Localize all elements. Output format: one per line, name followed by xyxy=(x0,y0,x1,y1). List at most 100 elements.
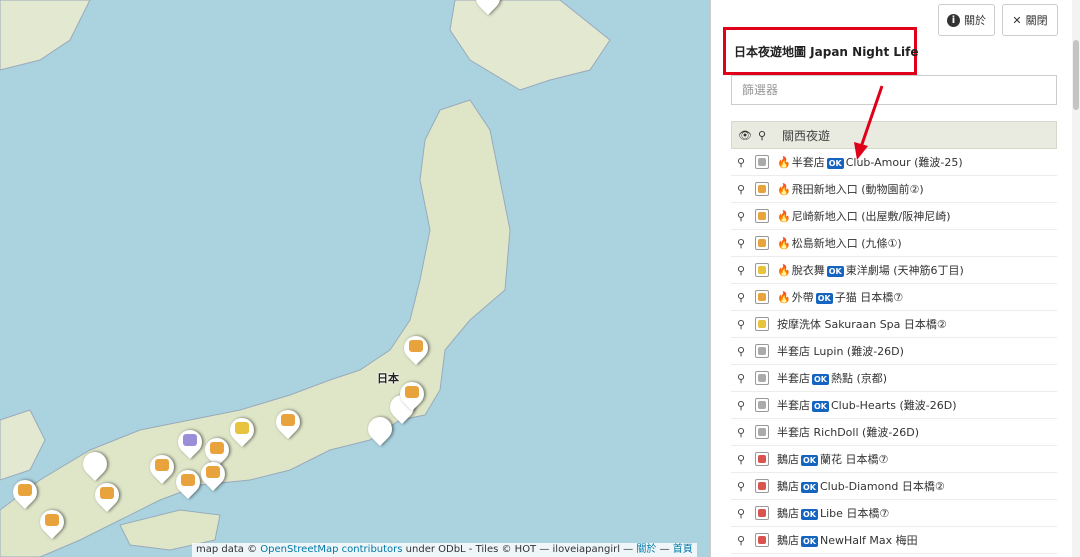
side-panel: i 關於 ✕ 關閉 日本夜遊地圖 Japan Night Life 👁 ⚲ 關西… xyxy=(710,0,1080,557)
row-label: 🔥外帶 OK 子猫 日本橋⑦ xyxy=(777,289,903,305)
row-label: 🔥飛田新地入口 (動物園前②) xyxy=(777,181,924,197)
filter-input[interactable] xyxy=(731,75,1057,105)
list-item[interactable]: ⚲ 🔥脫衣舞 OK 東洋劇場 (天神筋6丁目) xyxy=(731,257,1057,284)
category-swatch xyxy=(758,401,766,409)
zoom-icon[interactable]: ⚲ xyxy=(737,453,751,466)
zoom-icon[interactable]: ⚲ xyxy=(737,210,751,223)
map-attribution: map data © OpenStreetMap contributors un… xyxy=(192,543,697,557)
ok-badge: OK xyxy=(801,482,818,493)
zoom-icon[interactable]: ⚲ xyxy=(737,318,751,331)
land-honshu xyxy=(0,99,511,557)
map-marker[interactable] xyxy=(363,412,397,449)
category-icon xyxy=(755,506,769,520)
map-marker[interactable] xyxy=(78,447,112,484)
list-item[interactable]: ⚲ 🔥尼崎新地入口 (出屋敷/阪神尼崎) xyxy=(731,203,1057,230)
list-item[interactable]: ⚲ 🔥半套店 OK Club-Amour (難波-25) xyxy=(731,149,1057,176)
zoom-icon[interactable]: ⚲ xyxy=(737,345,751,358)
category-swatch xyxy=(758,482,766,490)
title-highlight-box: 日本夜遊地圖 Japan Night Life xyxy=(723,27,919,75)
list-item[interactable]: ⚲ 🔥飛田新地入口 (動物園前②) xyxy=(731,176,1057,203)
row-text-pre: 飛田新地入口 (動物園前②) xyxy=(791,183,924,196)
map-marker[interactable] xyxy=(196,457,230,494)
zoom-icon[interactable]: ⚲ xyxy=(737,372,751,385)
list-item[interactable]: ⚲ 鵝店 OK Club-Diamond 日本橋② xyxy=(731,473,1057,500)
zoom-icon[interactable]: ⚲ xyxy=(737,183,751,196)
fire-icon: 🔥 xyxy=(777,291,791,304)
row-label: 鵝店 OK NewHalf Max 梅田 xyxy=(777,532,918,548)
map-marker[interactable] xyxy=(471,0,505,18)
map-marker[interactable] xyxy=(173,425,207,462)
zoom-icon[interactable]: ⚲ xyxy=(737,399,751,412)
zoom-icon[interactable]: ⚲ xyxy=(737,156,751,169)
row-label: 半套店 OK Club-Hearts (難波-26D) xyxy=(777,397,957,413)
category-swatch xyxy=(758,428,766,436)
row-text-post: 子猫 日本橋⑦ xyxy=(834,291,904,304)
list-item[interactable]: ⚲ 半套店 OK Club-Hearts (難波-26D) xyxy=(731,392,1057,419)
feature-list: ⚲ 🔥半套店 OK Club-Amour (難波-25) ⚲ 🔥飛田新地入口 (動物園前②… xyxy=(731,149,1057,554)
list-item[interactable]: ⚲ 半套店 OK 熱點 (京都) xyxy=(731,365,1057,392)
layer-title: 關西夜遊 xyxy=(782,128,831,143)
zoom-icon[interactable]: ⚲ xyxy=(737,237,751,250)
list-item[interactable]: ⚲ 🔥松島新地入口 (九條①) xyxy=(731,230,1057,257)
zoom-icon[interactable]: ⚲ xyxy=(737,291,751,304)
row-text-pre: 鵝店 xyxy=(777,453,799,466)
attribution-mid: under ODbL - Tiles © HOT — iloveiapangir… xyxy=(405,544,634,555)
row-text-post: 蘭花 日本橋⑦ xyxy=(820,453,889,466)
row-text-pre: 半套店 xyxy=(777,372,810,385)
map-marker[interactable] xyxy=(225,413,259,450)
layer-header[interactable]: 👁 ⚲ 關西夜遊 xyxy=(731,121,1057,149)
row-label: 半套店 RichDoll (難波-26D) xyxy=(777,424,919,440)
category-swatch xyxy=(758,347,766,355)
category-swatch xyxy=(758,374,766,382)
zoom-icon[interactable]: ⚲ xyxy=(737,507,751,520)
map-view[interactable]: 日本 map data © OpenStreetMap contributors… xyxy=(0,0,710,557)
fire-icon: 🔥 xyxy=(777,156,791,169)
home-link[interactable]: 首頁 xyxy=(673,544,693,555)
category-icon xyxy=(755,182,769,196)
map-marker[interactable] xyxy=(145,450,179,487)
list-item[interactable]: ⚲ 半套店 RichDoll (難波-26D) xyxy=(731,419,1057,446)
zoom-icon[interactable]: ⚲ xyxy=(737,534,751,547)
attribution-prefix: map data © xyxy=(196,544,258,555)
category-icon xyxy=(755,263,769,277)
eye-icon[interactable]: 👁 xyxy=(738,129,752,142)
row-label: 半套店 OK 熱點 (京都) xyxy=(777,370,887,386)
category-icon xyxy=(755,479,769,493)
zoom-icon[interactable]: ⚲ xyxy=(758,129,766,142)
close-button[interactable]: ✕ 關閉 xyxy=(1002,4,1058,36)
row-label: 🔥脫衣舞 OK 東洋劇場 (天神筋6丁目) xyxy=(777,262,964,278)
zoom-icon[interactable]: ⚲ xyxy=(737,426,751,439)
fire-icon: 🔥 xyxy=(777,237,791,250)
list-item[interactable]: ⚲ 🔥外帶 OK 子猫 日本橋⑦ xyxy=(731,284,1057,311)
map-marker[interactable] xyxy=(90,478,124,515)
category-icon xyxy=(755,290,769,304)
list-item[interactable]: ⚲ 鵝店 OK 蘭花 日本橋⑦ xyxy=(731,446,1057,473)
list-item[interactable]: ⚲ 鵝店 OK NewHalf Max 梅田 xyxy=(731,527,1057,554)
row-label: 鵝店 OK 蘭花 日本橋⑦ xyxy=(777,451,888,467)
list-item[interactable]: ⚲ 鵝店 OK Libe 日本橋⑦ xyxy=(731,500,1057,527)
close-button-label: 關閉 xyxy=(1025,14,1048,27)
info-icon: i xyxy=(947,13,960,27)
list-item[interactable]: ⚲ 按摩洗体 Sakuraan Spa 日本橋② xyxy=(731,311,1057,338)
map-marker[interactable] xyxy=(35,505,69,542)
category-swatch xyxy=(758,455,766,463)
land-korea xyxy=(0,409,46,481)
zoom-icon[interactable]: ⚲ xyxy=(737,264,751,277)
map-marker[interactable] xyxy=(395,377,429,414)
scrollbar[interactable] xyxy=(1072,0,1080,557)
fire-icon: 🔥 xyxy=(777,183,791,196)
category-swatch xyxy=(758,320,766,328)
about-button[interactable]: i 關於 xyxy=(938,4,995,36)
panel-title: 日本夜遊地圖 Japan Night Life xyxy=(734,44,919,59)
about-link[interactable]: 關於 xyxy=(636,544,656,555)
land-hokkaido xyxy=(449,0,611,91)
map-marker[interactable] xyxy=(171,465,205,502)
map-marker[interactable] xyxy=(271,405,305,442)
list-item[interactable]: ⚲ 半套店 Lupin (難波-26D) xyxy=(731,338,1057,365)
map-marker[interactable] xyxy=(8,475,42,512)
zoom-icon[interactable]: ⚲ xyxy=(737,480,751,493)
map-marker[interactable] xyxy=(399,331,433,368)
osm-link[interactable]: OpenStreetMap contributors xyxy=(260,544,402,555)
category-swatch xyxy=(758,293,766,301)
category-icon xyxy=(755,533,769,547)
